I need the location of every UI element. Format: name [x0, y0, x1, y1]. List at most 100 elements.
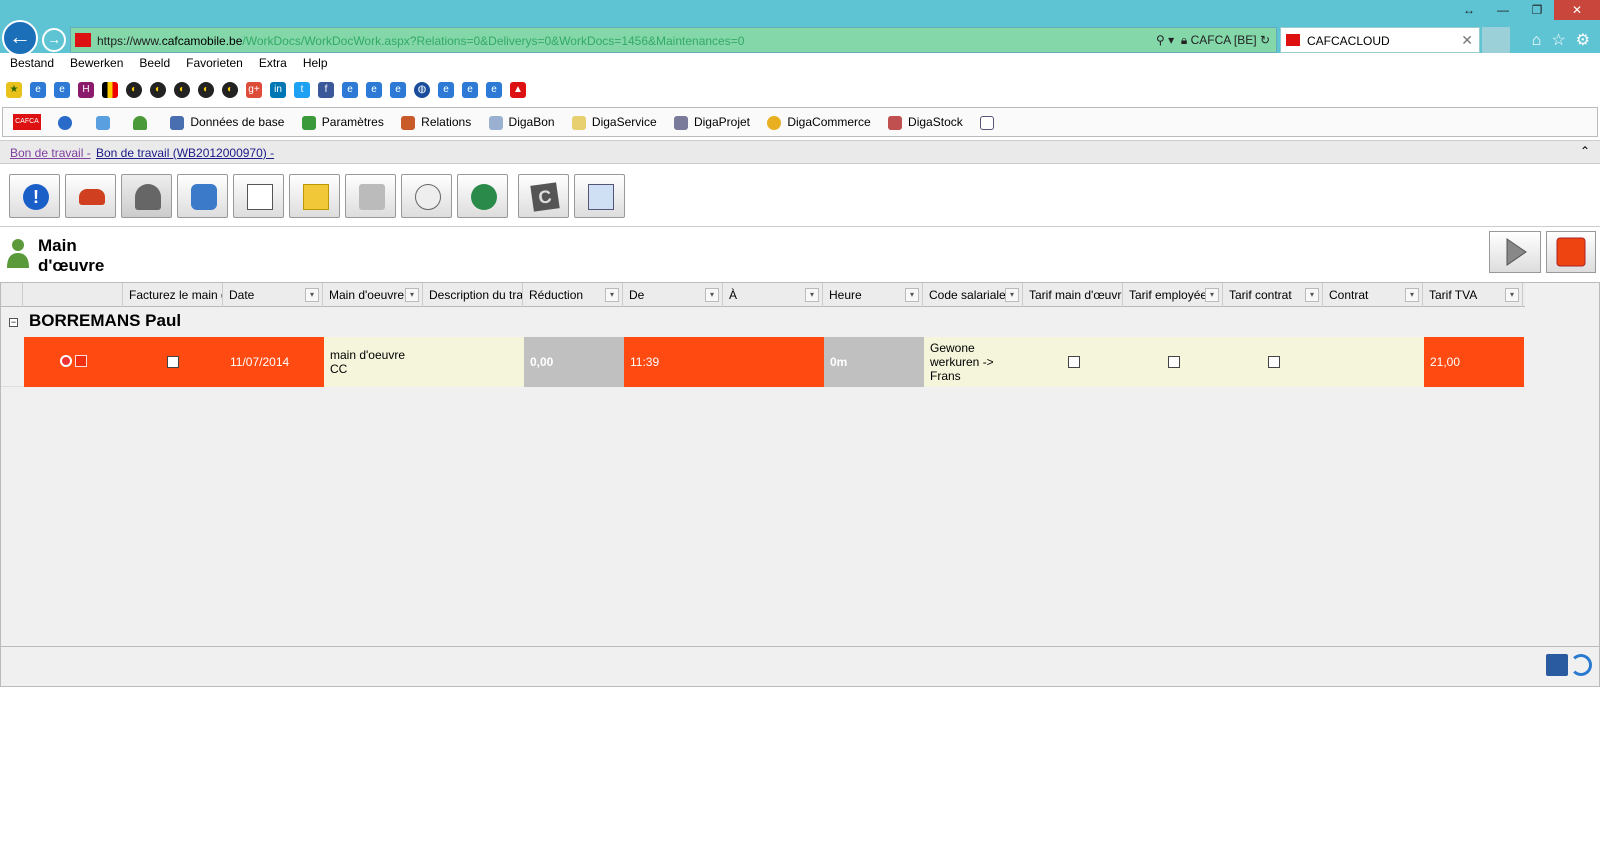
speedometer-icon[interactable]: ◐: [222, 82, 238, 98]
ie-link-icon[interactable]: e: [462, 82, 478, 98]
cancel-icon[interactable]: [60, 355, 72, 367]
salary-code-cell[interactable]: Gewone werkuren -> Frans: [924, 337, 1024, 387]
url-text[interactable]: https://www.cafcamobile.be/WorkDocs/Work…: [97, 34, 744, 48]
menu-help[interactable]: Help: [303, 56, 328, 70]
cafca-link-icon[interactable]: ▲: [510, 82, 526, 98]
reduction-cell[interactable]: 0,00: [524, 337, 624, 387]
labour-rate-checkbox[interactable]: [1068, 356, 1080, 368]
user-button[interactable]: [133, 108, 153, 136]
vat-rate-cell[interactable]: 21,00: [1424, 337, 1524, 387]
column-header-reduction[interactable]: Réduction ▾: [523, 283, 623, 307]
close-window-button[interactable]: ✕: [1554, 0, 1600, 20]
filter-dropdown-icon[interactable]: ▾: [905, 288, 919, 302]
from-to-cell[interactable]: 11:39: [624, 337, 824, 387]
filter-dropdown-icon[interactable]: ▾: [1205, 288, 1219, 302]
labour-cell[interactable]: main d'oeuvre CC: [324, 337, 524, 387]
settings-doc-button[interactable]: [574, 174, 625, 218]
cafca-logo[interactable]: CAFCA: [13, 114, 41, 130]
table-row[interactable]: 11/07/2014 main d'oeuvre CC 0,00 11:39 0m…: [1, 337, 1525, 387]
stop-icon[interactable]: [75, 355, 87, 367]
filter-dropdown-icon[interactable]: ▾: [805, 288, 819, 302]
column-header-to[interactable]: À ▾: [723, 283, 823, 307]
filter-dropdown-icon[interactable]: ▾: [305, 288, 319, 302]
restore-button[interactable]: ❐: [1520, 0, 1554, 20]
browser-tab[interactable]: CAFCACLOUD ✕: [1280, 27, 1480, 53]
ie-link-icon[interactable]: e: [342, 82, 358, 98]
labour-button[interactable]: [121, 174, 172, 218]
contract-rate-checkbox[interactable]: [1268, 356, 1280, 368]
breadcrumb-link-current[interactable]: Bon de travail (WB2012000970) -: [96, 146, 274, 160]
menu-beeld[interactable]: Beeld: [139, 56, 170, 70]
refresh-icon[interactable]: ↻: [1260, 33, 1270, 47]
filter-dropdown-icon[interactable]: ▾: [405, 288, 419, 302]
lock-icon[interactable]: 🔒︎: [1181, 33, 1187, 47]
date-cell[interactable]: 11/07/2014: [224, 337, 324, 387]
filter-dropdown-icon[interactable]: ▾: [1505, 288, 1519, 302]
ie-link-icon[interactable]: e: [486, 82, 502, 98]
materials-button[interactable]: [177, 174, 228, 218]
facebook-icon[interactable]: f: [318, 82, 334, 98]
document-button[interactable]: [233, 174, 284, 218]
column-header-vat-rate[interactable]: Tarif TVA ▾: [1423, 283, 1523, 307]
close-tab-icon[interactable]: ✕: [1461, 32, 1473, 49]
invoice-checkbox[interactable]: [167, 356, 179, 368]
filter-dropdown-icon[interactable]: ▾: [1005, 288, 1019, 302]
speedometer-icon[interactable]: ◐: [174, 82, 190, 98]
toolbar-donnees[interactable]: Données de base: [170, 108, 284, 136]
belgian-flag-icon[interactable]: [102, 82, 118, 98]
column-header-labour[interactable]: Main d'oeuvre ▾: [323, 283, 423, 307]
play-button[interactable]: [1489, 231, 1541, 273]
column-header-contract[interactable]: Contrat ▾: [1323, 283, 1423, 307]
favorites-star-icon[interactable]: ☆: [1551, 32, 1565, 49]
toolbar-digaprojet[interactable]: DigaProjet: [673, 108, 750, 136]
column-header-employee-rate[interactable]: Tarif employée ▾: [1123, 283, 1223, 307]
toolbar-digaservice[interactable]: DigaService: [571, 108, 657, 136]
toolbar-digabon[interactable]: DigaBon: [488, 108, 555, 136]
undo-icon[interactable]: [1570, 654, 1592, 676]
speedometer-icon[interactable]: ◐: [126, 82, 142, 98]
column-header-hour[interactable]: Heure ▾: [823, 283, 923, 307]
new-tab-button[interactable]: [1482, 27, 1510, 53]
collapse-icon[interactable]: ⌃: [1580, 144, 1590, 158]
sync-button[interactable]: [95, 108, 116, 136]
toolbar-digacommerce[interactable]: DigaCommerce: [767, 108, 871, 136]
minimize-button[interactable]: —: [1486, 0, 1520, 20]
column-header-from[interactable]: De ▾: [623, 283, 723, 307]
ie-link-icon[interactable]: e: [438, 82, 454, 98]
time-button[interactable]: [401, 174, 452, 218]
stop-button[interactable]: [1546, 231, 1596, 273]
toolbar-relations[interactable]: Relations: [401, 108, 471, 136]
contract-cell[interactable]: [1324, 337, 1424, 387]
toolbar-digastock[interactable]: DigaStock: [888, 108, 963, 136]
cafca-button[interactable]: C: [518, 174, 569, 218]
speedometer-icon[interactable]: ◐: [198, 82, 214, 98]
twitter-icon[interactable]: t: [294, 82, 310, 98]
column-header-description[interactable]: Description du tra: [423, 283, 523, 307]
save-icon[interactable]: [1546, 654, 1568, 676]
employee-rate-checkbox[interactable]: [1168, 356, 1180, 368]
folder-button[interactable]: [289, 174, 340, 218]
linkedin-icon[interactable]: in: [270, 82, 286, 98]
filter-dropdown-icon[interactable]: ▾: [605, 288, 619, 302]
vehicle-button[interactable]: [65, 174, 116, 218]
web-button[interactable]: [457, 174, 508, 218]
column-header-invoice[interactable]: Facturez le main d: [123, 283, 223, 307]
column-header-contract-rate[interactable]: Tarif contrat ▾: [1223, 283, 1323, 307]
settings-gear-icon[interactable]: ⚙: [1576, 32, 1590, 49]
menu-bestand[interactable]: Bestand: [10, 56, 54, 70]
filter-dropdown-icon[interactable]: ▾: [705, 288, 719, 302]
resize-icon[interactable]: ↔: [1452, 0, 1486, 20]
menu-extra[interactable]: Extra: [259, 56, 287, 70]
add-favorite-star-icon[interactable]: ★: [6, 82, 22, 98]
column-header-salary-code[interactable]: Code salariale ▾: [923, 283, 1023, 307]
site-identity[interactable]: CAFCA [BE]: [1191, 33, 1257, 47]
column-header-date[interactable]: Date ▾: [223, 283, 323, 307]
search-icon[interactable]: ⚲ ▾: [1156, 33, 1174, 47]
speedometer-icon[interactable]: ◐: [150, 82, 166, 98]
back-button[interactable]: ←: [2, 20, 38, 56]
toolbar-parametres[interactable]: Paramètres: [301, 108, 384, 136]
ie-link-icon[interactable]: e: [54, 82, 70, 98]
collapse-group-icon[interactable]: −: [9, 318, 18, 327]
breadcrumb-link-workorders[interactable]: Bon de travail -: [10, 146, 91, 160]
menu-favorieten[interactable]: Favorieten: [186, 56, 243, 70]
